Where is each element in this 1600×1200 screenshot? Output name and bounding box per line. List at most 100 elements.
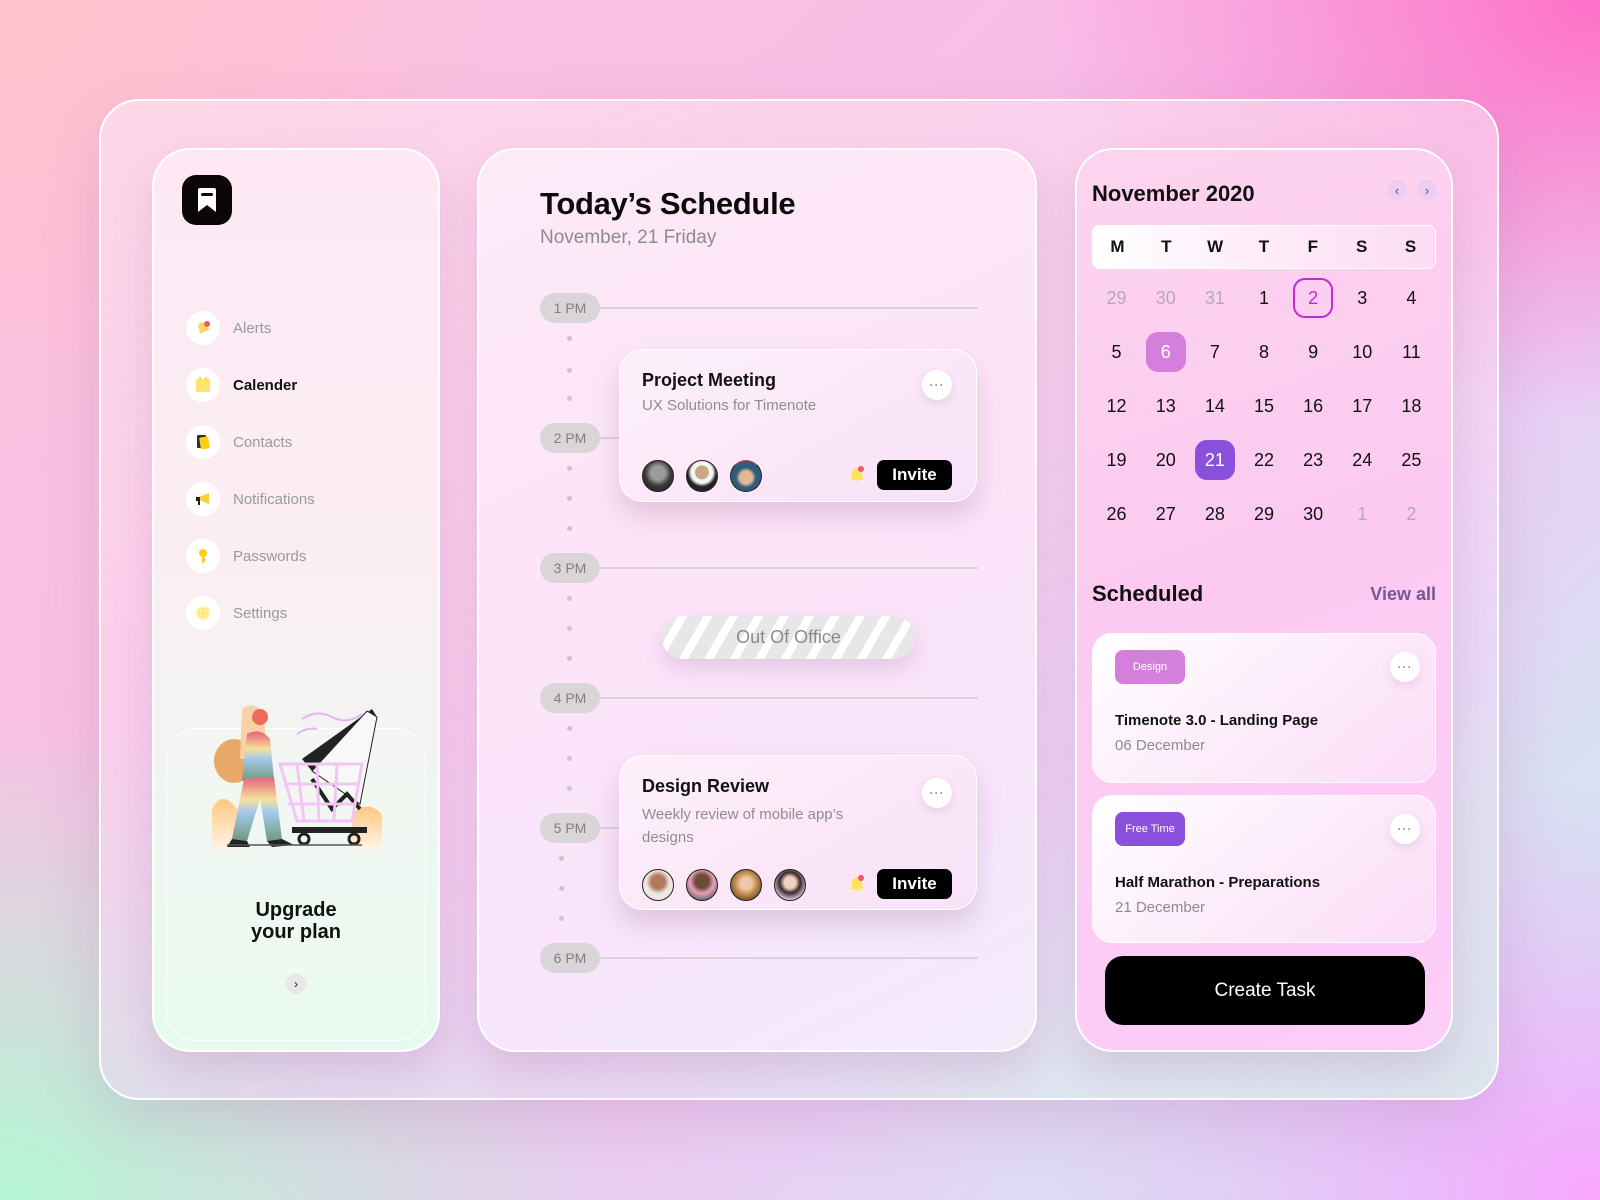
- timeline-dot: [567, 786, 572, 791]
- upgrade-card: Upgrade your plan ›: [166, 705, 426, 1041]
- calendar-day[interactable]: 11: [1391, 332, 1431, 372]
- weekday-label: S: [1404, 237, 1417, 256]
- bookmark-logo-icon[interactable]: [182, 175, 232, 225]
- time-divider: [600, 567, 978, 569]
- calendar-day[interactable]: 5: [1097, 332, 1137, 372]
- chevron-right-icon[interactable]: ›: [286, 974, 306, 994]
- task-tag: Design: [1115, 650, 1185, 684]
- more-options-button[interactable]: ···: [1390, 814, 1420, 844]
- calendar-day[interactable]: 29: [1097, 278, 1137, 318]
- calendar-day[interactable]: 13: [1146, 386, 1186, 426]
- calendar-month-title: November 2020: [1092, 181, 1255, 206]
- chevron-left-icon[interactable]: ‹: [1387, 180, 1407, 200]
- sidebar-item-notifications[interactable]: Notifications: [186, 481, 315, 517]
- calendar-day[interactable]: 8: [1244, 332, 1284, 372]
- avatar[interactable]: [686, 869, 718, 901]
- event-card-design-review[interactable]: Design Review Weekly review of mobile ap…: [619, 755, 977, 910]
- create-task-button[interactable]: Create Task: [1105, 956, 1425, 1025]
- avatar[interactable]: [730, 869, 762, 901]
- event-description: Weekly review of mobile app’s designs: [642, 806, 844, 846]
- time-divider: [600, 437, 620, 439]
- timeline-dot: [567, 396, 572, 401]
- sidebar-item-settings[interactable]: Settings: [186, 595, 315, 631]
- bell-icon[interactable]: [848, 465, 866, 485]
- sidebar-item-passwords[interactable]: Passwords: [186, 538, 315, 574]
- task-date: 06 December: [1115, 737, 1206, 754]
- calendar-day[interactable]: 24: [1342, 440, 1382, 480]
- more-options-button[interactable]: ···: [1390, 652, 1420, 682]
- calendar-day[interactable]: 7: [1195, 332, 1235, 372]
- timeline-dot: [567, 496, 572, 501]
- calendar-day[interactable]: 31: [1195, 278, 1235, 318]
- task-card[interactable]: Design ··· Timenote 3.0 - Landing Page 0…: [1092, 633, 1436, 783]
- avatar[interactable]: [730, 460, 762, 492]
- time-label: 1 PM: [540, 293, 600, 323]
- calendar-day[interactable]: 28: [1195, 494, 1235, 534]
- calendar-panel: November 2020 ‹ › MTWTFSS 29 30 31 1 2 3 4 5 6 7 8…: [1075, 148, 1453, 1052]
- calendar-day[interactable]: 23: [1293, 440, 1333, 480]
- avatar[interactable]: [774, 869, 806, 901]
- upgrade-title: Upgrade your plan: [167, 899, 425, 943]
- megaphone-icon: [186, 482, 220, 516]
- calendar-day[interactable]: 2: [1391, 494, 1431, 534]
- calendar-day[interactable]: 12: [1097, 386, 1137, 426]
- attendee-avatars: [642, 869, 806, 901]
- timeline-dot: [567, 466, 572, 471]
- invite-button[interactable]: Invite: [877, 460, 952, 490]
- calendar-day[interactable]: 2: [1293, 278, 1334, 318]
- time-label: 2 PM: [540, 423, 600, 453]
- sidebar-item-alerts[interactable]: Alerts: [186, 310, 315, 346]
- timeline-dot: [567, 726, 572, 731]
- timeline-dot: [559, 916, 564, 921]
- calendar-day[interactable]: 21: [1194, 440, 1235, 480]
- calendar-day[interactable]: 22: [1244, 440, 1284, 480]
- sidebar-item-label: Passwords: [233, 547, 307, 565]
- invite-button[interactable]: Invite: [877, 869, 952, 899]
- calendar-week: 5 6 7 8 9 10 11: [1092, 325, 1436, 379]
- calendar-week: 26 27 28 29 30 1 2: [1092, 487, 1436, 541]
- calendar-day[interactable]: 27: [1146, 494, 1186, 534]
- calendar-day[interactable]: 9: [1293, 332, 1333, 372]
- calendar-day[interactable]: 4: [1391, 278, 1431, 318]
- out-of-office-block[interactable]: Out Of Office: [662, 616, 915, 659]
- calendar-day[interactable]: 30: [1146, 278, 1186, 318]
- calendar-day[interactable]: 25: [1391, 440, 1431, 480]
- calendar-day[interactable]: 18: [1391, 386, 1431, 426]
- weekday-header: MTWTFSS: [1092, 225, 1436, 269]
- time-label: 5 PM: [540, 813, 600, 843]
- calendar-day[interactable]: 3: [1342, 278, 1382, 318]
- timeline-dot: [567, 336, 572, 341]
- event-card-project-meeting[interactable]: Project Meeting UX Solutions for Timenot…: [619, 349, 977, 502]
- avatar[interactable]: [686, 460, 718, 492]
- calendar-day[interactable]: 20: [1146, 440, 1186, 480]
- more-options-button[interactable]: ···: [922, 370, 952, 400]
- sidebar-nav: Alerts Calender Contacts Notifications P…: [186, 310, 315, 652]
- contacts-icon: [186, 425, 220, 459]
- calendar-day[interactable]: 1: [1342, 494, 1382, 534]
- calendar-day[interactable]: 30: [1293, 494, 1333, 534]
- bell-icon: [186, 311, 220, 345]
- calendar-day[interactable]: 16: [1293, 386, 1333, 426]
- bell-icon[interactable]: [848, 874, 866, 894]
- calendar-day[interactable]: 26: [1097, 494, 1137, 534]
- calendar-day[interactable]: 29: [1244, 494, 1284, 534]
- calendar-day[interactable]: 1: [1244, 278, 1284, 318]
- more-options-button[interactable]: ···: [922, 778, 952, 808]
- timeline-dot: [567, 596, 572, 601]
- view-all-link[interactable]: View all: [1370, 584, 1436, 605]
- chevron-right-icon[interactable]: ›: [1417, 180, 1437, 200]
- attendee-avatars: [642, 460, 762, 492]
- task-card[interactable]: Free Time ··· Half Marathon - Preparatio…: [1092, 795, 1436, 943]
- calendar-day[interactable]: 17: [1342, 386, 1382, 426]
- calendar-day[interactable]: 14: [1195, 386, 1235, 426]
- avatar[interactable]: [642, 869, 674, 901]
- calendar-day[interactable]: 6: [1145, 332, 1186, 372]
- shopping-illustration: [212, 699, 387, 854]
- sidebar-item-label: Alerts: [233, 319, 272, 337]
- avatar[interactable]: [642, 460, 674, 492]
- sidebar-item-contacts[interactable]: Contacts: [186, 424, 315, 460]
- calendar-day[interactable]: 10: [1342, 332, 1382, 372]
- calendar-day[interactable]: 15: [1244, 386, 1284, 426]
- calendar-day[interactable]: 19: [1097, 440, 1137, 480]
- sidebar-item-calender[interactable]: Calender: [186, 367, 315, 403]
